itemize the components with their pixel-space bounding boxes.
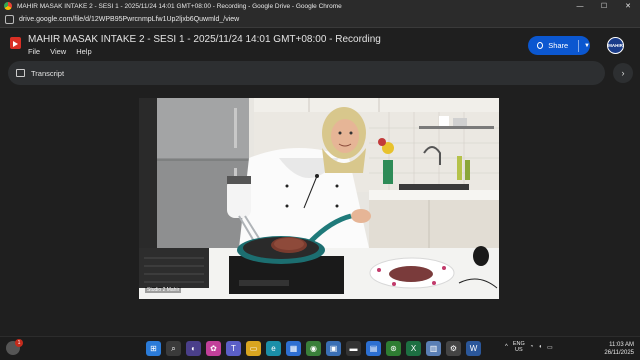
settings-icon[interactable]: ⚙ <box>446 341 461 356</box>
chrome-icon[interactable]: ◉ <box>306 341 321 356</box>
maximize-button[interactable]: ☐ <box>592 0 616 12</box>
start-icon[interactable]: ⊞ <box>146 341 161 356</box>
url-text[interactable]: drive.google.com/file/d/12WPB95PwrcnmpLf… <box>19 16 239 23</box>
show-hidden-icons-icon[interactable]: ^ <box>505 344 508 350</box>
copilot-icon[interactable]: ◐ <box>186 341 201 356</box>
menu-help[interactable]: Help <box>76 47 91 56</box>
xbox-icon[interactable]: ⊛ <box>386 341 401 356</box>
lang-bottom: US <box>514 347 523 353</box>
system-tray: ^ ENG US ◔ ◖ ▭ <box>505 341 553 353</box>
menu-bar: File View Help <box>28 47 92 56</box>
taskbar: 1 ⊞ ⌕ ◐ ✿ T ▭ e ▦ ◉ ▣ ▬ ▤ ⊛ X ▥ ⚙ W ^ ENG US ◔ ◖ ▭ 11:03… <box>0 336 640 360</box>
share-divider <box>578 39 580 52</box>
clock-date: 26/11/2025 <box>604 350 634 356</box>
site-info-icon[interactable] <box>5 15 14 24</box>
calculator-icon[interactable]: ▤ <box>366 341 381 356</box>
language-indicator[interactable]: ENG US <box>513 341 525 353</box>
word-icon[interactable]: W <box>466 341 481 356</box>
side-panel-arrow-icon[interactable]: › <box>613 63 633 83</box>
file-title: MAHIR MASAK INTAKE 2 - SESI 1 - 2025/11/… <box>28 34 381 45</box>
chevron-down-icon[interactable]: ▼ <box>584 43 590 49</box>
transcript-label: Transcript <box>31 68 65 78</box>
wifi-icon[interactable]: ◔ <box>530 344 534 350</box>
files-icon[interactable]: ▥ <box>426 341 441 356</box>
battery-icon[interactable]: ▭ <box>547 344 553 351</box>
share-label: Share <box>548 41 569 50</box>
video-player[interactable]: Studio 2 Mahir <box>139 98 499 299</box>
colorful-app-icon[interactable]: ✿ <box>206 341 221 356</box>
clock[interactable]: 11:03 AM 26/11/2025 <box>596 341 634 357</box>
volume-icon[interactable]: ◖ <box>538 344 542 350</box>
taskbar-apps: ⊞ ⌕ ◐ ✿ T ▭ e ▦ ◉ ▣ ▬ ▤ ⊛ X ▥ ⚙ W <box>146 341 481 356</box>
clock-time: 11:03 AM <box>609 342 634 348</box>
transcript-panel-toggle[interactable]: Transcript <box>8 61 605 85</box>
window-title: MAHIR MASAK INTAKE 2 - SESI 1 - 2025/11/… <box>17 2 342 10</box>
participant-label: Studio 2 Mahir <box>145 287 182 293</box>
window-title-bar: MAHIR MASAK INTAKE 2 - SESI 1 - 2025/11/… <box>0 0 640 12</box>
account-avatar[interactable]: MAHIR <box>607 37 624 54</box>
chrome-logo-icon <box>4 2 12 10</box>
globe-icon <box>537 42 544 49</box>
excel-icon[interactable]: X <box>406 341 421 356</box>
minimize-button[interactable]: — <box>568 0 592 12</box>
menu-view[interactable]: View <box>50 47 66 56</box>
photos-icon[interactable]: ▣ <box>326 341 341 356</box>
video-frame-image <box>139 98 499 299</box>
share-button[interactable]: Share ▼ <box>528 36 590 55</box>
teams-icon[interactable]: T <box>226 341 241 356</box>
notification-badge: 1 <box>15 339 23 347</box>
edge-icon[interactable]: e <box>266 341 281 356</box>
terminal-icon[interactable]: ▬ <box>346 341 361 356</box>
file-explorer-icon[interactable]: ▭ <box>246 341 261 356</box>
store-icon[interactable]: ▦ <box>286 341 301 356</box>
address-bar[interactable]: drive.google.com/file/d/12WPB95PwrcnmpLf… <box>0 12 640 28</box>
transcript-icon <box>16 69 25 77</box>
menu-file[interactable]: File <box>28 47 40 56</box>
search-icon[interactable]: ⌕ <box>166 341 181 356</box>
video-file-icon <box>10 37 21 49</box>
close-button[interactable]: ✕ <box>616 0 640 12</box>
